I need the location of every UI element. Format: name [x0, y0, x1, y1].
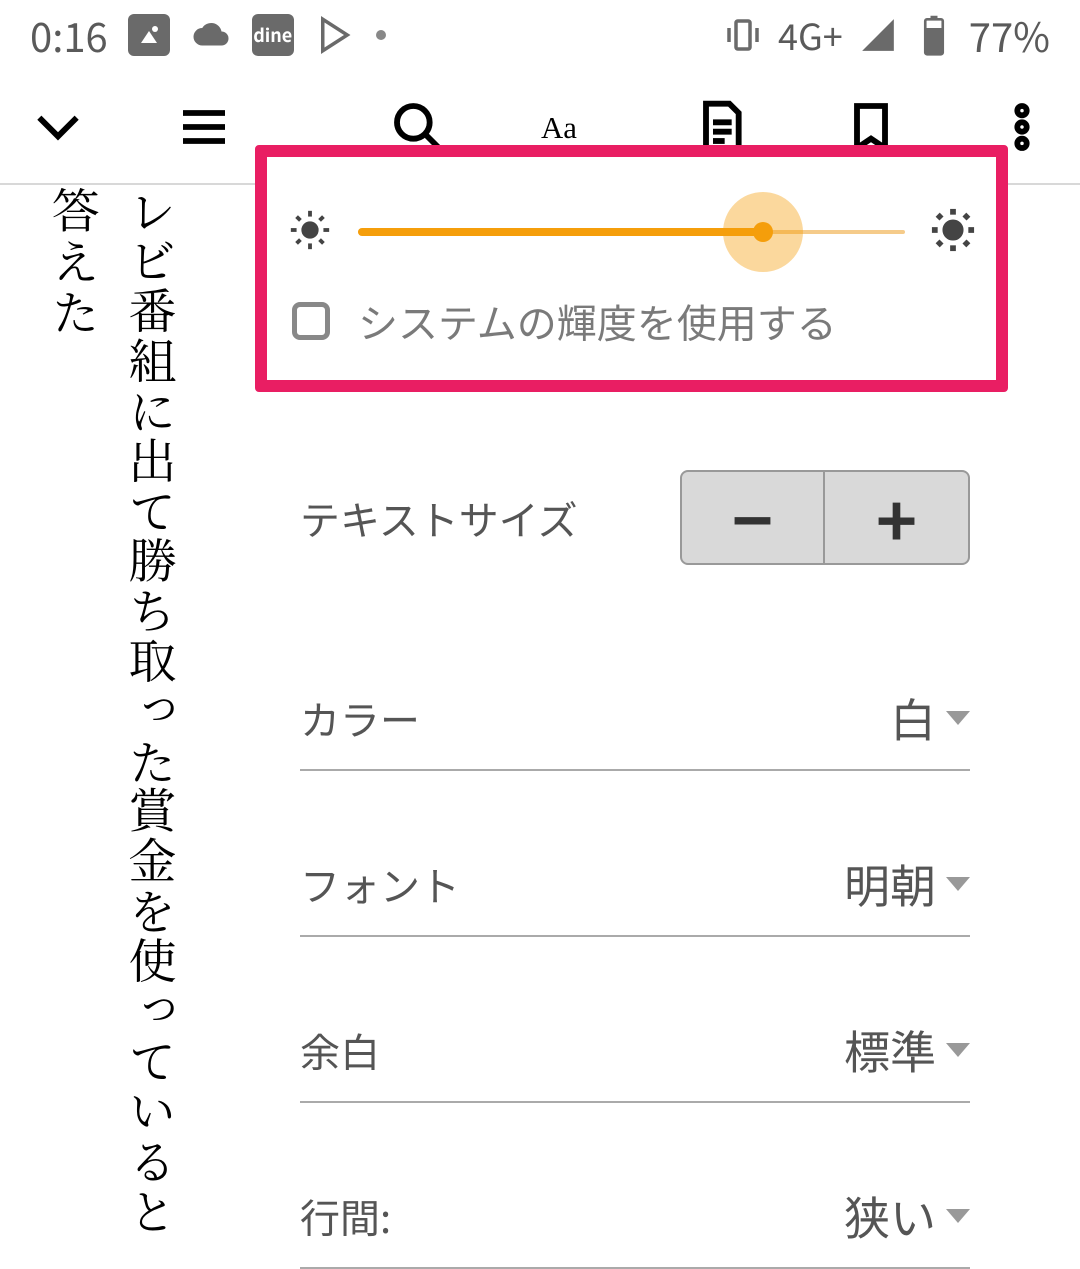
- color-select[interactable]: カラー 白: [300, 650, 970, 771]
- reader-content: レビ番組に出て勝ち取った賞金を使っていると答えた 何だって？」: [0, 185, 260, 1245]
- brightness-low-icon: [287, 207, 333, 258]
- gallery-icon: [128, 14, 170, 56]
- chevron-down-icon: [946, 1043, 970, 1057]
- margin-label: 余白: [300, 1021, 380, 1079]
- more-dot-icon: [376, 30, 386, 40]
- text-size-row: テキストサイズ − +: [300, 450, 970, 605]
- brightness-panel: システムの輝度を使用する: [255, 145, 1008, 392]
- color-value: 白: [890, 685, 936, 751]
- text-size-increase-button[interactable]: +: [825, 470, 970, 565]
- line-spacing-select[interactable]: 行間: 狭い: [300, 1148, 970, 1269]
- brightness-high-icon: [930, 207, 976, 258]
- text-size-decrease-button[interactable]: −: [680, 470, 825, 565]
- system-brightness-checkbox[interactable]: [292, 302, 330, 340]
- battery-icon: [913, 14, 955, 56]
- font-value: 明朝: [844, 851, 936, 917]
- chevron-down-icon: [946, 711, 970, 725]
- system-brightness-label: システムの輝度を使用する: [358, 292, 837, 350]
- play-icon: [314, 14, 356, 56]
- status-bar: 0:16 dine 4G+ 77%: [0, 0, 1080, 70]
- line-spacing-value: 狭い: [844, 1183, 936, 1249]
- cloud-icon: [190, 14, 232, 56]
- display-settings: テキストサイズ − + カラー 白 フォント 明朝 余白 標準 行間: 狭い: [260, 430, 1010, 1269]
- color-label: カラー: [300, 689, 420, 747]
- status-time: 0:16: [30, 6, 108, 64]
- brightness-slider[interactable]: [358, 202, 905, 262]
- svg-text:Aa: Aa: [541, 111, 577, 145]
- signal-icon: [857, 14, 899, 56]
- battery-percent: 77%: [969, 6, 1050, 64]
- chevron-down-icon: [946, 877, 970, 891]
- vibrate-icon: [722, 14, 764, 56]
- margin-select[interactable]: 余白 標準: [300, 982, 970, 1103]
- collapse-icon[interactable]: [30, 99, 86, 155]
- font-select[interactable]: フォント 明朝: [300, 816, 970, 937]
- text-size-label: テキストサイズ: [300, 489, 578, 547]
- line-spacing-label: 行間:: [300, 1187, 391, 1245]
- dine-icon: dine: [252, 14, 294, 56]
- reader-column-2: 何だって？」: [0, 185, 6, 1245]
- reader-column-1: レビ番組に出て勝ち取った賞金を使っていると答えた: [36, 185, 190, 1245]
- menu-icon[interactable]: [176, 99, 232, 155]
- font-label: フォント: [300, 855, 460, 913]
- network-label: 4G+: [778, 9, 843, 61]
- margin-value: 標準: [844, 1017, 936, 1083]
- chevron-down-icon: [946, 1209, 970, 1223]
